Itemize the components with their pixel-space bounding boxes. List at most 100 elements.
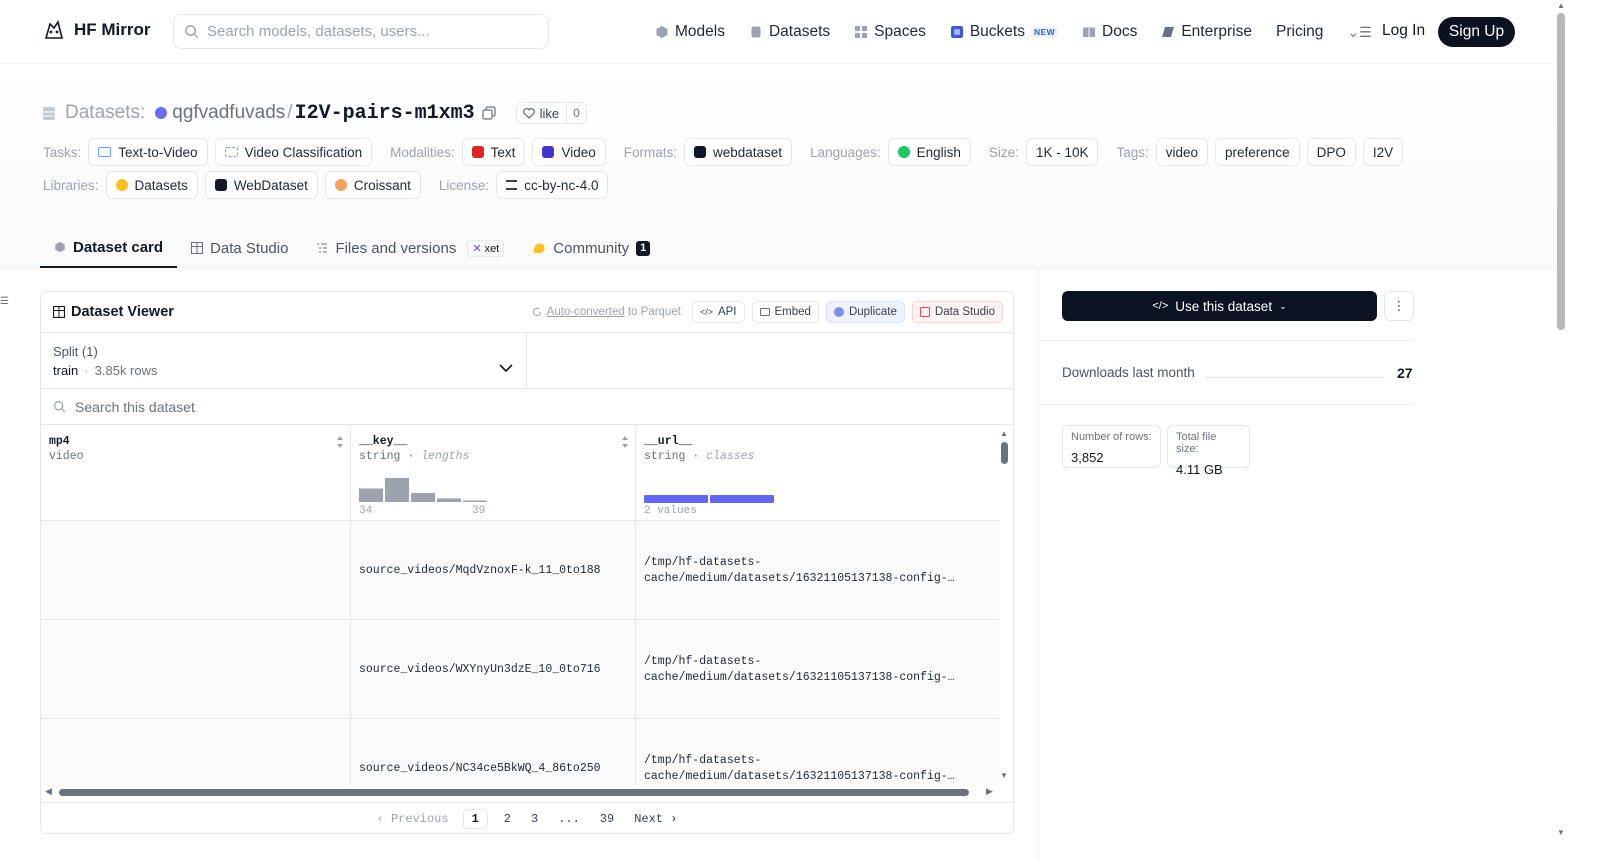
global-search-input[interactable] <box>207 23 527 40</box>
tab-community[interactable]: Community 1 <box>518 228 664 268</box>
duplicate-button[interactable]: Duplicate <box>825 301 905 323</box>
table-row[interactable]: source_videos/MqdVznoxF-k_11_0to188 /tmp… <box>41 521 999 620</box>
nav-models[interactable]: Models <box>655 23 725 41</box>
tag-text-to-video[interactable]: Text-to-Video <box>88 138 208 166</box>
tab-files-and-versions[interactable]: Files and versions ✕ xet <box>302 228 518 268</box>
nav-docs[interactable]: Docs <box>1082 23 1137 41</box>
tag-datasets-library[interactable]: Datasets <box>105 171 198 199</box>
tag-video-topic[interactable]: video <box>1155 138 1209 166</box>
data-studio-button[interactable]: Data Studio <box>911 301 1003 323</box>
table-row[interactable]: source_videos/WXYnyUn3dzE_10_0to716 /tmp… <box>41 620 999 719</box>
pager-page-2[interactable]: 2 <box>494 809 521 829</box>
column-header-mp4[interactable]: mp4 video <box>41 426 351 521</box>
like-button[interactable]: like 0 <box>515 102 587 124</box>
login-link[interactable]: Log In <box>1382 22 1425 40</box>
cell-mp4[interactable] <box>41 521 351 620</box>
cell-url[interactable]: /tmp/hf-datasets-cache/medium/datasets/1… <box>636 620 999 719</box>
global-search[interactable] <box>173 14 549 49</box>
copy-icon[interactable] <box>482 106 496 120</box>
sort-icon[interactable] <box>336 435 344 449</box>
owner-link[interactable]: qgfvadfuvads <box>172 102 285 124</box>
tag-webdataset[interactable]: webdataset <box>684 138 793 166</box>
pager-next[interactable]: Next › <box>624 809 687 829</box>
tag-label: English <box>916 144 961 160</box>
scroll-right-icon[interactable]: ▶ <box>986 786 993 797</box>
more-menu-icon[interactable]: ⌄☰ <box>1347 24 1371 41</box>
api-button[interactable]: </> API <box>691 301 745 323</box>
tag-size[interactable]: 1K - 10K <box>1025 138 1099 166</box>
grid-horizontal-scrollbar[interactable]: ◀ ▶ <box>41 786 999 800</box>
auto-converted-link[interactable]: Auto-converted <box>547 306 625 318</box>
tag-croissant[interactable]: Croissant <box>324 171 421 199</box>
grid-vertical-scrollbar[interactable]: ▲ ▼ <box>999 426 1013 786</box>
page-scrollbar[interactable]: ▲ ▼ <box>1554 0 1568 861</box>
pager-page-1[interactable]: 1 <box>462 808 488 829</box>
histogram-bar[interactable] <box>437 498 461 502</box>
split-label: Split (1) <box>53 344 98 359</box>
tag-dpo[interactable]: DPO <box>1306 138 1356 166</box>
dataset-search[interactable] <box>41 389 1013 425</box>
pager-previous[interactable]: ‹ Previous <box>367 809 459 829</box>
class-segment[interactable] <box>644 495 708 503</box>
dataset-search-input[interactable] <box>75 398 475 415</box>
split-selector[interactable]: Split (1) train · 3.85k rows <box>41 333 527 389</box>
cell-mp4[interactable] <box>41 620 351 719</box>
signup-button[interactable]: Sign Up <box>1438 17 1515 47</box>
scroll-down-icon[interactable]: ▼ <box>1557 828 1565 837</box>
tag-text[interactable]: Text <box>461 138 526 166</box>
use-this-dataset-button[interactable]: </> Use this dataset ⌄ <box>1062 291 1377 321</box>
column-name: __url__ <box>644 435 693 448</box>
scroll-thumb[interactable] <box>1557 13 1565 330</box>
tag-i2v[interactable]: I2V <box>1362 138 1404 166</box>
more-options-button[interactable]: ⋮ <box>1384 291 1414 321</box>
histogram-bar[interactable] <box>411 493 435 502</box>
tag-english[interactable]: English <box>887 138 971 166</box>
cell-mp4[interactable] <box>41 719 351 786</box>
scroll-left-icon[interactable]: ◀ <box>45 786 52 797</box>
scroll-up-icon[interactable]: ▲ <box>1557 1 1565 10</box>
tag-preference[interactable]: preference <box>1215 138 1300 166</box>
histogram-bar[interactable] <box>385 478 409 502</box>
tab-dataset-card[interactable]: Dataset card <box>40 228 178 268</box>
cell-url[interactable]: /tmp/hf-datasets-cache/medium/datasets/1… <box>636 719 999 786</box>
cell-key[interactable]: source_videos/MqdVznoxF-k_11_0to188 <box>351 521 636 620</box>
column-name: mp4 <box>49 435 70 448</box>
bucket-icon <box>950 26 963 38</box>
class-segment[interactable] <box>710 495 774 503</box>
table-row[interactable]: source_videos/NC34ce5BkWQ_4_86to250 /tmp… <box>41 719 999 786</box>
column-header-url[interactable]: __url__ string · classes 2 values <box>636 426 999 521</box>
nav-pricing[interactable]: Pricing <box>1276 23 1323 41</box>
nav-buckets[interactable]: Buckets NEW <box>950 23 1059 41</box>
tag-video-classification[interactable]: Video Classification <box>214 138 373 166</box>
tag-webdataset-library[interactable]: WebDataset <box>204 171 318 199</box>
sidebar-toggle-icon[interactable]: ☰ <box>0 296 9 307</box>
cell-key[interactable]: source_videos/WXYnyUn3dzE_10_0to716 <box>351 620 636 719</box>
column-header-key[interactable]: __key__ string · lengths 34 39 <box>351 426 636 521</box>
classes-bar[interactable] <box>644 495 774 503</box>
scroll-up-icon[interactable]: ▲ <box>1000 429 1008 438</box>
brand[interactable]: HF Mirror <box>42 18 151 42</box>
dataset-name[interactable]: I2V-pairs-m1xm3 <box>295 102 475 125</box>
license-icon <box>506 180 518 190</box>
cell-key[interactable]: source_videos/NC34ce5BkWQ_4_86to250 <box>351 719 636 786</box>
embed-button[interactable]: Embed <box>751 301 819 323</box>
sort-icon[interactable] <box>621 435 629 449</box>
nav-spaces[interactable]: Spaces <box>854 23 926 41</box>
pagination: ‹ Previous 1 2 3 ... 39 Next › <box>41 802 1013 833</box>
chevron-down-icon: ⌄ <box>1279 300 1287 311</box>
nav-datasets[interactable]: Datasets <box>749 23 830 41</box>
lengths-histogram[interactable] <box>359 472 489 502</box>
cell-url[interactable]: /tmp/hf-datasets-cache/medium/datasets/1… <box>636 521 999 620</box>
scroll-thumb[interactable] <box>59 789 969 796</box>
tag-license[interactable]: cc-by-nc-4.0 <box>496 171 609 199</box>
pager-page-39[interactable]: 39 <box>590 809 624 829</box>
hf-datasets-icon <box>115 179 128 191</box>
histogram-bar[interactable] <box>359 488 383 503</box>
scroll-down-icon[interactable]: ▼ <box>1000 771 1008 780</box>
pager-page-3[interactable]: 3 <box>521 809 548 829</box>
tab-data-studio[interactable]: Data Studio <box>177 228 302 268</box>
histogram-bar[interactable] <box>463 500 487 503</box>
tag-video[interactable]: Video <box>532 138 606 166</box>
scroll-thumb[interactable] <box>1001 442 1008 464</box>
nav-enterprise[interactable]: Enterprise <box>1161 23 1252 41</box>
